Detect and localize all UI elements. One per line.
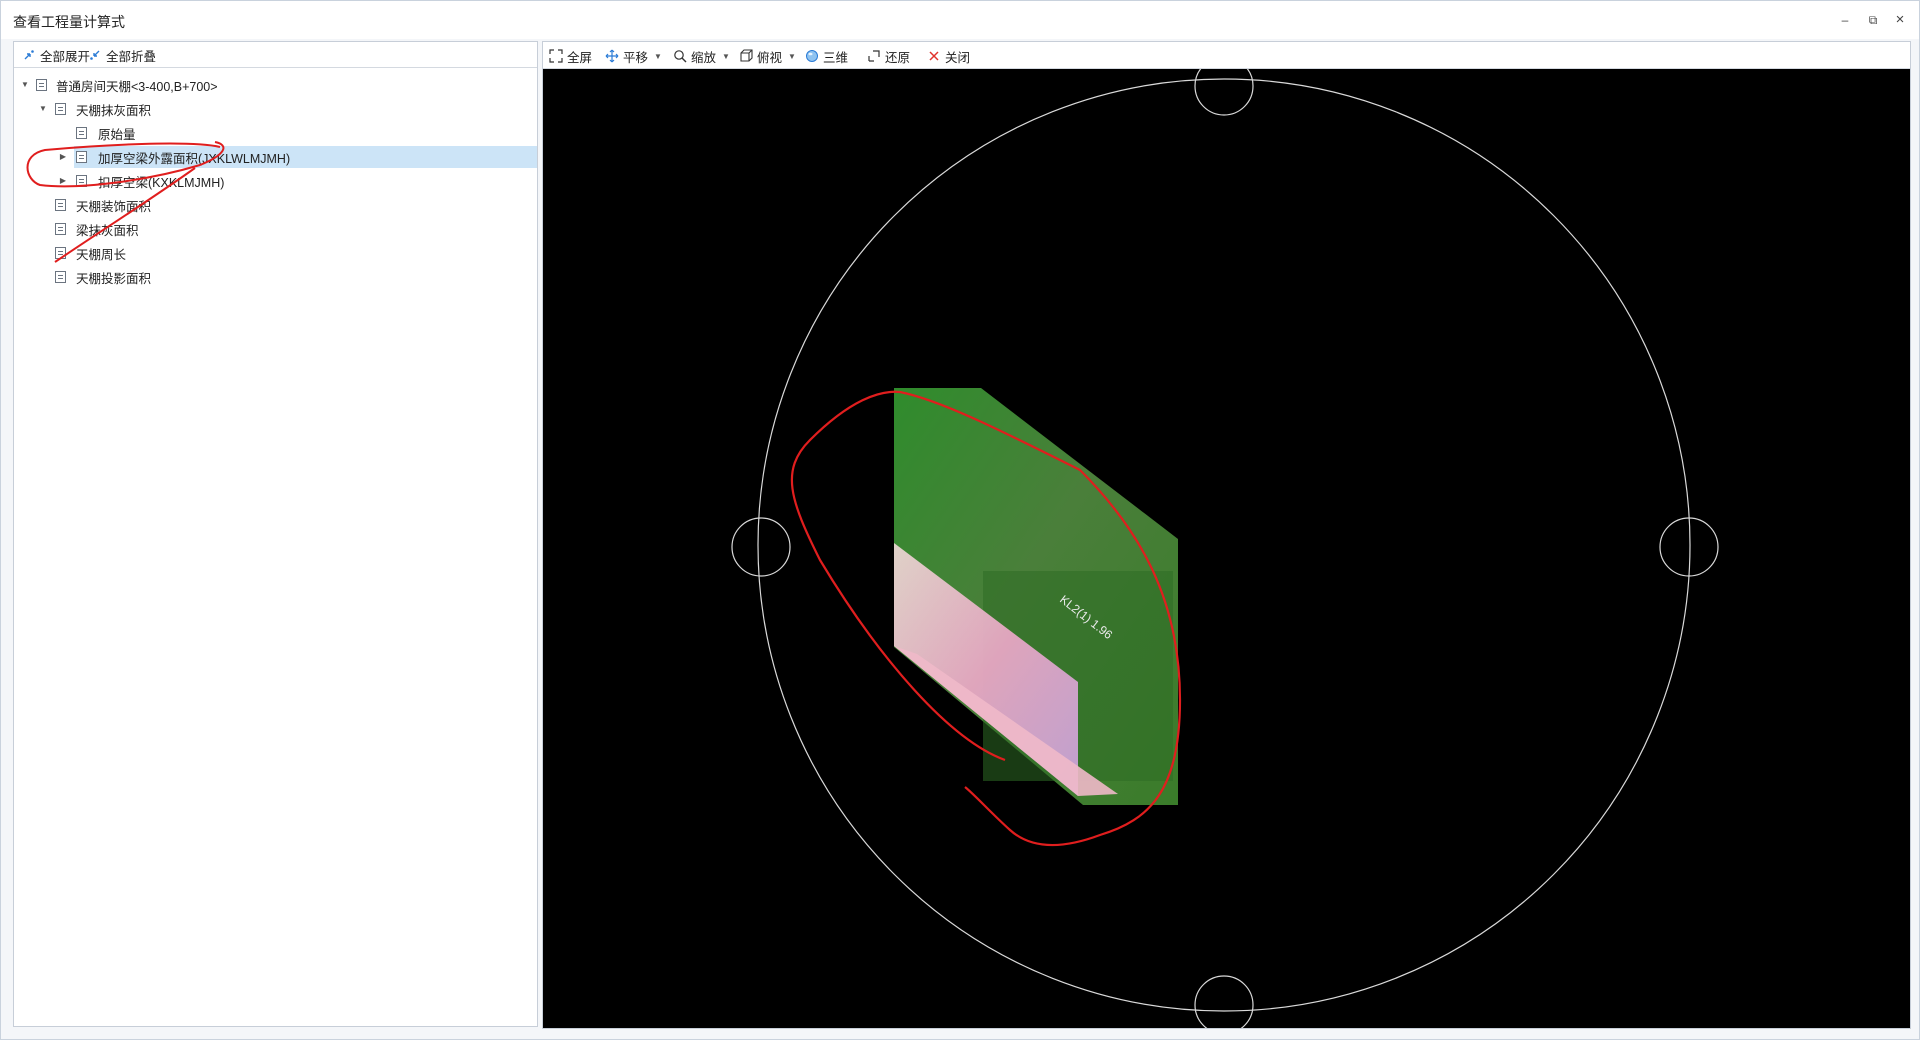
tree-item-beam-exposed-area[interactable]: ▶ 加厚空梁外露面积(JXKLWLMJMH) xyxy=(60,146,537,168)
fullscreen-button[interactable]: 全屏 xyxy=(549,47,592,65)
chevron-down-icon[interactable]: ▼ xyxy=(654,52,662,61)
node-doc-icon xyxy=(55,103,66,115)
tree-item-root[interactable]: ▼ 普通房间天棚<3-400,B+700> xyxy=(14,74,537,96)
pan-label: 平移 xyxy=(623,50,649,65)
tree-item-label: 加厚空梁外露面积(JXKLWLMJMH) xyxy=(98,151,291,166)
minimize-button[interactable]: – xyxy=(1836,11,1854,29)
tree-item-ceiling-plaster-area[interactable]: ▼ 天棚抹灰面积 xyxy=(14,98,537,120)
zoom-label: 缩放 xyxy=(691,50,717,65)
cube-icon xyxy=(739,49,753,63)
collapse-all-label: 全部折叠 xyxy=(106,49,157,64)
node-doc-icon xyxy=(76,151,87,163)
expand-arrow-icon[interactable]: ▶ xyxy=(58,152,68,162)
fullscreen-label: 全屏 xyxy=(567,50,593,65)
tree-item-label: 天棚装饰面积 xyxy=(76,199,152,214)
zoom-button[interactable]: 缩放 ▼ xyxy=(673,47,730,65)
chevron-down-icon[interactable]: ▼ xyxy=(788,52,796,61)
title-bar[interactable]: 查看工程量计算式 – ⧉ × xyxy=(1,1,1919,39)
tree-panel: 全部展开 全部折叠 ▼ 普通房间天棚<3-400,B+700> ▼ 天棚抹灰面积 xyxy=(13,41,538,1027)
collapse-all-button[interactable]: 全部折叠 xyxy=(88,46,156,64)
view-direction-label: 俯视 xyxy=(757,50,783,65)
magnifier-icon xyxy=(673,49,687,63)
node-doc-icon xyxy=(76,175,87,187)
close-icon xyxy=(927,49,941,63)
3d-viewport[interactable]: KL2(1) 1.96 xyxy=(543,69,1910,1028)
restore-button[interactable]: ⧉ xyxy=(1864,11,1882,29)
compass-knob-left[interactable] xyxy=(731,517,791,577)
collapse-arrow-icon[interactable]: ▼ xyxy=(38,104,48,114)
tree-item-ceiling-decor-area[interactable]: 天棚装饰面积 xyxy=(14,194,537,216)
node-doc-icon xyxy=(55,271,66,283)
tree-toolbar: 全部展开 全部折叠 xyxy=(14,42,537,68)
view-direction-button[interactable]: 俯视 ▼ xyxy=(739,47,796,65)
view-toolbar: 全屏 平移 ▼ 缩放 ▼ 俯视 ▼ 三维 还原 关闭 xyxy=(543,42,1910,69)
tree-item-beam-plaster-area[interactable]: 梁抹灰面积 xyxy=(14,218,537,240)
pan-icon xyxy=(605,49,619,63)
three-d-label: 三维 xyxy=(823,50,849,65)
expand-all-label: 全部展开 xyxy=(40,49,91,64)
expand-arrow-icon[interactable]: ▶ xyxy=(58,176,68,186)
dialog-window: 查看工程量计算式 – ⧉ × 全部展开 全部折叠 ▼ 普通房间天棚<3-400,… xyxy=(0,0,1920,1040)
tree-item-label: 天棚投影面积 xyxy=(76,271,152,286)
chevron-down-icon[interactable]: ▼ xyxy=(722,52,730,61)
tree-item-ceiling-perimeter[interactable]: 天棚周长 xyxy=(14,242,537,264)
tree-item-label: 梁抹灰面积 xyxy=(76,223,139,238)
node-doc-icon xyxy=(76,127,87,139)
tree-item-label: 原始量 xyxy=(98,127,136,142)
view-panel: 全屏 平移 ▼ 缩放 ▼ 俯视 ▼ 三维 还原 关闭 KL2(1) 1.96 xyxy=(542,41,1911,1029)
expand-icon xyxy=(22,48,36,62)
close-view-label: 关闭 xyxy=(945,50,971,65)
sphere-icon xyxy=(805,49,819,63)
fullscreen-icon xyxy=(549,49,563,63)
restore-view-button[interactable]: 还原 xyxy=(867,47,910,65)
tree-item-label: 扣厚空梁(KXKLMJMH) xyxy=(98,175,225,190)
window-title: 查看工程量计算式 xyxy=(13,14,125,30)
close-button[interactable]: × xyxy=(1891,11,1909,29)
node-doc-icon xyxy=(55,223,66,235)
node-doc-icon xyxy=(36,79,47,91)
compass-knob-top[interactable] xyxy=(1194,69,1254,116)
expand-all-button[interactable]: 全部展开 xyxy=(22,46,90,64)
pan-button[interactable]: 平移 ▼ xyxy=(605,47,662,65)
close-view-button[interactable]: 关闭 xyxy=(927,47,970,65)
viewport-canvas: KL2(1) 1.96 xyxy=(731,69,1719,1028)
restore-view-label: 还原 xyxy=(885,50,911,65)
three-d-button[interactable]: 三维 xyxy=(805,47,848,65)
node-doc-icon xyxy=(55,199,66,211)
compass-knob-bottom[interactable] xyxy=(1194,975,1254,1028)
collapse-icon xyxy=(88,48,102,62)
collapse-arrow-icon[interactable]: ▼ xyxy=(20,80,30,90)
tree-item-label: 普通房间天棚<3-400,B+700> xyxy=(56,79,218,94)
tree-item-label: 天棚抹灰面积 xyxy=(76,103,152,118)
node-doc-icon xyxy=(55,247,66,259)
tree-item-ceiling-projection-area[interactable]: 天棚投影面积 xyxy=(14,266,537,288)
tree-item-deduct-beam[interactable]: ▶ 扣厚空梁(KXKLMJMH) xyxy=(14,170,537,192)
tree-item-original-quantity[interactable]: 原始量 xyxy=(14,122,537,144)
restore-icon xyxy=(867,49,881,63)
tree-item-label: 天棚周长 xyxy=(76,247,127,262)
